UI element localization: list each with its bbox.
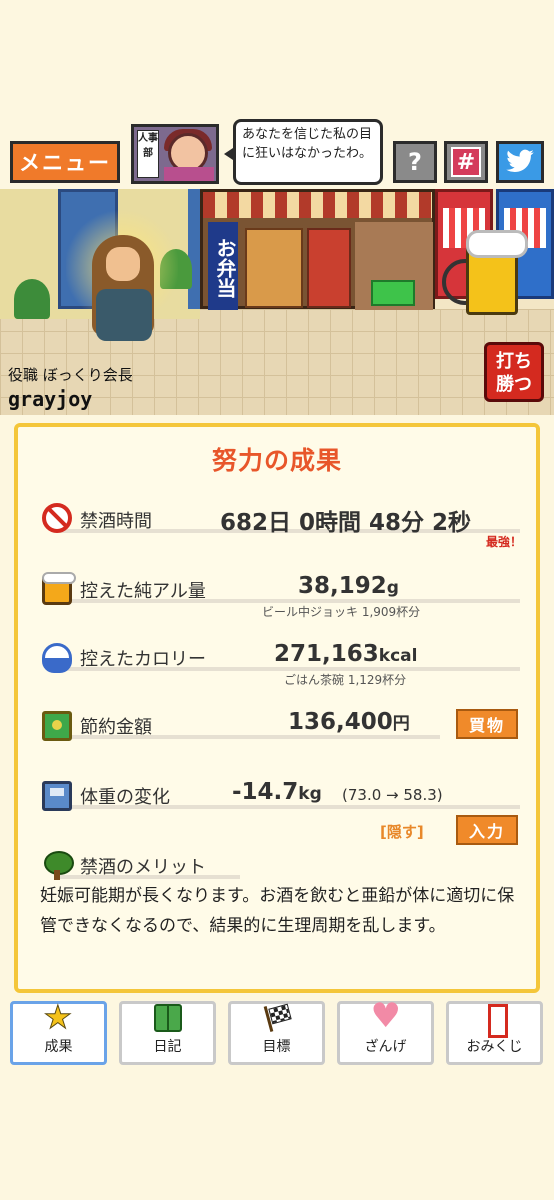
- results-panel: 努力の成果 禁酒時間 682日 0時間 48分 2秒 最強！ 控えた純アル量 3…: [14, 423, 540, 993]
- player-username: grayjoy: [8, 387, 93, 411]
- dept-label: 人事部: [137, 130, 159, 178]
- player-role: 役職 ぼっくり会長: [8, 366, 133, 384]
- book-icon: [153, 1004, 182, 1032]
- calorie-number: 271,163: [274, 641, 379, 667]
- plant-icon: [14, 279, 50, 319]
- speech-bubble: あなたを信じた私の目に狂いはなかったわ。: [224, 119, 383, 185]
- character-face: [106, 247, 140, 281]
- twitter-button[interactable]: [496, 141, 544, 183]
- shop-mat: [371, 280, 415, 306]
- calorie-sub: ごはん茶碗 1,129杯分: [284, 673, 407, 687]
- abstinence-row: 禁酒時間 682日 0時間 48分 2秒 最強！: [40, 503, 522, 553]
- no-drink-icon: [42, 503, 72, 533]
- tab-results[interactable]: 成果: [10, 998, 107, 1065]
- omikuji-icon: [481, 1004, 509, 1038]
- alcohol-sub: ビール中ジョッキ 1,909杯分: [262, 605, 421, 619]
- avatar-body: [164, 167, 214, 181]
- abstinence-label: 禁酒時間: [80, 511, 152, 532]
- merit-header: 禁酒のメリット: [40, 851, 522, 881]
- alcohol-number: 38,192: [298, 573, 387, 599]
- tab-label: 日記: [153, 1039, 182, 1055]
- weight-number: -14.7: [232, 779, 299, 805]
- tab-confession[interactable]: ざんげ: [337, 996, 434, 1065]
- weight-detail: (73.0 → 58.3): [342, 786, 443, 804]
- star-icon: [44, 998, 73, 1036]
- tab-label: 成果: [44, 1039, 73, 1055]
- shop-button[interactable]: 買物: [456, 709, 518, 739]
- player-character: [66, 207, 178, 349]
- savings-label: 節約金額: [80, 717, 152, 738]
- shop-shelf: [307, 228, 351, 308]
- advisor-avatar: 人事部: [131, 124, 219, 184]
- results-title: 努力の成果: [211, 446, 342, 475]
- tab-label: ざんげ: [364, 1039, 407, 1055]
- tab-omikuji[interactable]: おみくじ: [446, 1001, 543, 1065]
- fight-label-1: 打ち: [496, 351, 532, 372]
- beer-mascot: [466, 230, 528, 315]
- scale-icon: [42, 781, 72, 811]
- help-icon: ?: [408, 148, 422, 176]
- fight-label-2: 勝つ: [496, 374, 532, 395]
- weight-label: 体重の変化: [80, 787, 170, 808]
- savings-row: 節約金額 136,400円 買物: [40, 709, 522, 749]
- abstinence-value: 682日 0時間 48分 2秒: [220, 510, 472, 536]
- merit-text: 妊娠可能期が長くなります。お酒を飲むと亜鉛が体に適切に保管できなくなるので、結果…: [40, 886, 515, 936]
- hashtag-button[interactable]: #: [444, 141, 488, 183]
- savings-number: 136,400: [288, 709, 393, 735]
- tree-icon: [42, 851, 74, 881]
- menu-button[interactable]: メニュー: [10, 141, 120, 183]
- scene-door-2: [188, 189, 200, 309]
- savings-unit: 円: [392, 714, 410, 734]
- merit-label: 禁酒のメリット: [80, 857, 206, 878]
- hashtag-icon: #: [451, 147, 481, 177]
- shop-awning: [203, 192, 432, 218]
- hide-weight-link[interactable]: [隠す]: [380, 821, 424, 842]
- shop-shelf: [245, 228, 303, 308]
- fight-button[interactable]: 打ち 勝つ: [484, 342, 544, 402]
- weight-unit: kg: [298, 784, 322, 804]
- calorie-row: 控えたカロリー 271,163kcal ごはん茶碗 1,129杯分: [40, 641, 522, 687]
- game-scene: お弁当 役職 ぼっくり会長 grayjoy 打ち 勝つ: [0, 189, 554, 415]
- money-icon: [42, 711, 72, 741]
- rice-bowl-icon: [42, 643, 72, 673]
- best-badge: 最強！: [485, 535, 522, 549]
- weight-input-button[interactable]: 入力: [456, 815, 518, 845]
- alcohol-unit: g: [386, 578, 399, 598]
- help-button[interactable]: ?: [393, 141, 437, 183]
- weight-row: 体重の変化 -14.7kg (73.0 → 58.3) [隠す] 入力: [40, 779, 522, 849]
- alcohol-row: 控えた純アル量 38,192g ビール中ジョッキ 1,909杯分: [40, 572, 522, 619]
- tab-diary[interactable]: 日記: [119, 1001, 216, 1065]
- calorie-unit: kcal: [378, 646, 418, 666]
- calorie-label: 控えたカロリー: [80, 649, 206, 670]
- alcohol-label: 控えた純アル量: [80, 581, 206, 602]
- heart-icon: [371, 996, 401, 1036]
- shop-sign: お弁当: [208, 222, 238, 310]
- beer-mug-icon: [42, 572, 76, 605]
- savings-value: 136,400円: [288, 709, 410, 735]
- weight-value: -14.7kg: [232, 779, 322, 805]
- calorie-value: 271,163kcal: [274, 641, 417, 667]
- tab-goal[interactable]: 目標: [228, 1001, 325, 1065]
- tab-label: 目標: [262, 1039, 291, 1055]
- flag-icon: [263, 1004, 291, 1032]
- bento-shop: お弁当: [200, 189, 435, 310]
- tab-label: おみくじ: [466, 1039, 523, 1055]
- twitter-bird-icon: [506, 149, 534, 173]
- alcohol-value: 38,192g: [298, 573, 399, 599]
- character-suit: [96, 289, 152, 341]
